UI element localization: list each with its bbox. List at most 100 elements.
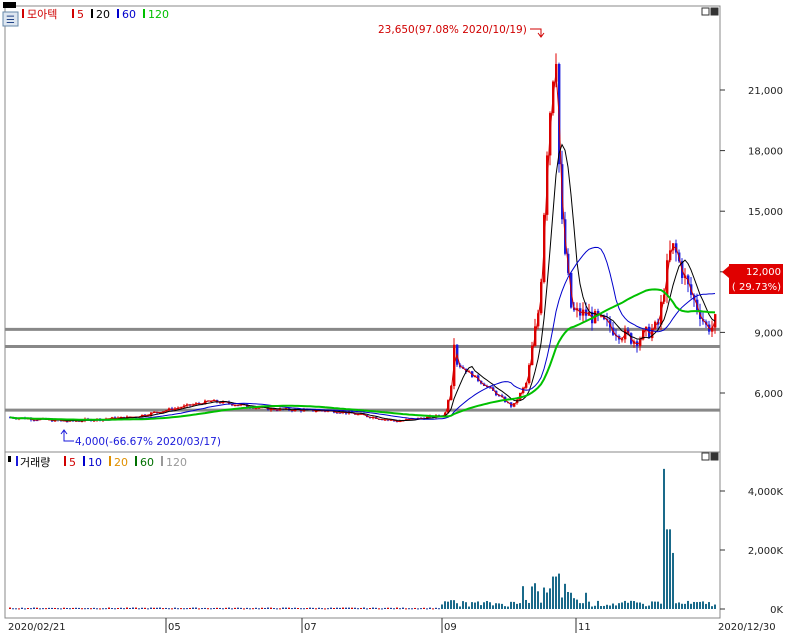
volume-bar [405,608,407,610]
volume-bar [69,608,71,610]
x-tick-label: 07 [304,622,317,633]
legend-handle-icon[interactable] [8,456,11,462]
volume-bar [300,608,302,610]
volume-bar [246,607,248,609]
legend-ma-swatch [72,9,74,18]
volume-bar [561,597,563,609]
volume-bar [687,600,689,609]
legend-ma-label: 20 [96,8,110,21]
volume-bar [309,607,311,609]
volume-bar [327,608,329,610]
volume-bar [651,601,653,609]
volume-bar [372,607,374,609]
volume-bar [165,607,167,609]
volume-bar [318,607,320,609]
volume-bar [87,608,89,610]
volume-bar [156,607,158,609]
volume-bar [240,607,242,609]
legend-handle-icon[interactable] [3,2,16,8]
minimize-icon[interactable] [701,7,710,16]
close-icon[interactable] [710,7,719,16]
volume-bar [228,607,230,609]
volume-bar [453,600,455,609]
max-annotation-label: 23,650(97.08% 2020/10/19) [378,24,527,36]
volume-bar [201,608,203,610]
volume-bar [660,603,662,609]
volume-bar [114,608,116,610]
volume-bar [423,607,425,609]
y-tick-label: 0K [770,605,783,616]
close-icon[interactable] [710,452,719,461]
volume-bar [30,608,32,610]
volume-bar [486,600,488,609]
volume-bar [411,608,413,610]
volume-bar [36,607,38,609]
volume-bar [366,608,368,610]
volume-bar [249,608,251,610]
volume-bar [711,606,713,609]
y-tick-label: 15,000 [748,207,783,218]
volume-bar [99,608,101,610]
volume-bar [615,605,617,609]
volume-bar [684,603,686,609]
volume-bar [45,608,47,610]
volume-bar [399,608,401,610]
volume-bar [636,602,638,609]
volume-bar [234,607,236,609]
volume-bar [183,608,185,610]
volume-bar [75,607,77,609]
volume-bar [225,607,227,609]
x-tick-label: 05 [168,622,181,633]
legend-ma-label: 60 [122,8,136,21]
volume-bar [576,599,578,609]
legend-ma-swatch [109,456,111,466]
max-annotation: 23,650(97.08% 2020/10/19) [378,24,545,38]
volume-bar [681,603,683,609]
volume-bar [135,607,137,609]
legend-ma-swatch [143,9,145,18]
minimize-icon[interactable] [701,452,710,461]
volume-bar [63,607,65,609]
volume-bar [345,607,347,609]
legend-ma-label: 120 [148,8,169,21]
volume-bar [675,603,677,609]
volume-bar [627,602,629,609]
volume-bar [537,591,539,609]
legend-name-swatch [16,456,18,466]
volume-bar [48,607,50,609]
volume-bar [708,602,710,609]
legend-ma-label: 20 [114,456,128,469]
volume-bar [378,608,380,610]
y-tick-label: 18,000 [748,147,783,158]
volume-bar [237,607,239,609]
volume-bar [51,607,53,609]
volume-bar [207,608,209,610]
volume-bar [336,607,338,609]
volume-bar [24,608,26,610]
volume-bar [261,607,263,609]
volume-bar [606,604,608,609]
volume-bar [291,608,293,610]
volume-bar [93,607,95,609]
volume-bar [480,605,482,609]
volume-bar [630,600,632,609]
volume-bar [402,607,404,609]
volume-bar [126,607,128,609]
volume-bar [72,607,74,609]
volume-bar [492,605,494,609]
volume-bar [483,602,485,609]
volume-bar [27,607,29,609]
x-tick-label: 2020/12/30 [718,622,776,633]
volume-bar [582,603,584,609]
legend-name-swatch [22,9,24,18]
legend-stock-name: 모아텍 [27,8,57,21]
stock-chart: ☰ 모아텍 5 20 60 120 거래량 5 10 20 60 120 6,000 9,000… [0,0,785,633]
volume-bar [264,607,266,609]
volume-bar [699,601,701,609]
volume-bar [669,529,671,609]
volume-bar [549,588,551,609]
legend-ma-label: 5 [69,456,76,469]
volume-bar [195,607,197,609]
volume-bar [123,608,125,610]
volume-bar [102,608,104,610]
